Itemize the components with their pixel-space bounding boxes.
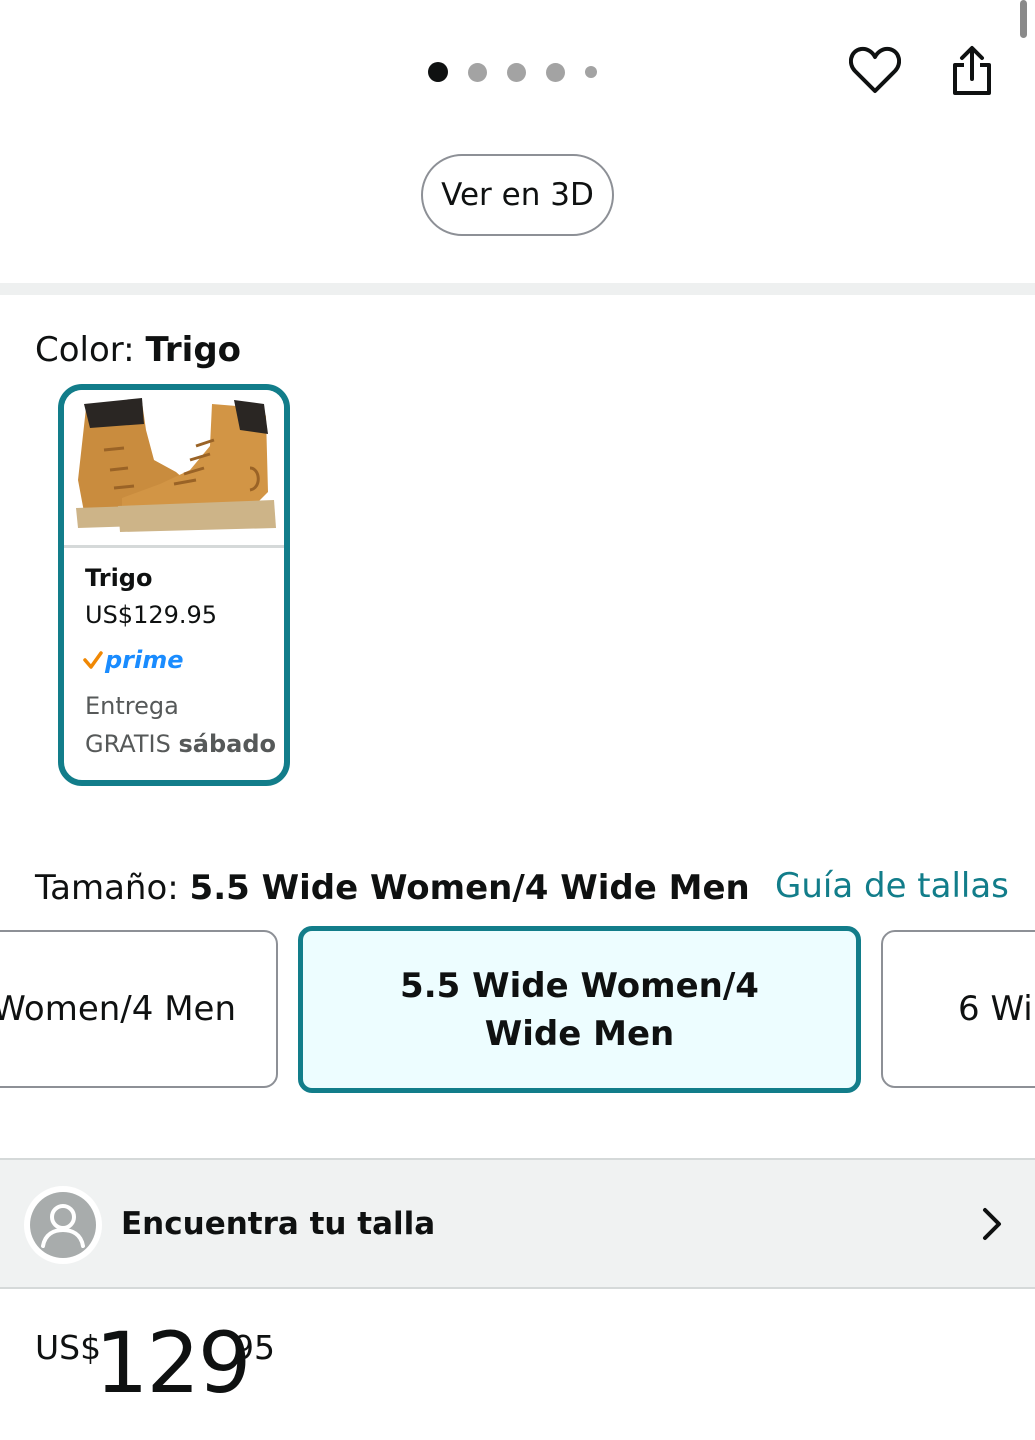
delivery-free-text: GRATIS bbox=[85, 730, 179, 758]
share-button[interactable] bbox=[942, 40, 1002, 102]
size-option[interactable]: Women/4 Men bbox=[0, 930, 278, 1088]
swatch-price: US$129.95 bbox=[85, 601, 218, 629]
size-label: Tamaño: 5.5 Wide Women/4 Wide Men bbox=[35, 868, 750, 908]
size-option-label: 6 Wi bbox=[958, 989, 1033, 1029]
avatar bbox=[24, 1186, 102, 1264]
carousel-dot[interactable] bbox=[585, 66, 597, 78]
color-selected-value: Trigo bbox=[145, 330, 242, 370]
size-guide-link[interactable]: Guía de tallas bbox=[775, 866, 1009, 906]
size-selected-value: 5.5 Wide Women/4 Wide Men bbox=[189, 868, 750, 908]
color-swatch-card[interactable]: Trigo US$129.95 prime Entrega GRATIS sáb… bbox=[58, 384, 290, 786]
carousel-dot[interactable] bbox=[507, 62, 526, 82]
size-label-prefix: Tamaño: bbox=[35, 868, 190, 908]
swatch-name: Trigo bbox=[85, 564, 153, 592]
color-label-prefix: Color: bbox=[35, 330, 146, 370]
delivery-day: sábado bbox=[178, 730, 276, 758]
price-fraction: 95 bbox=[233, 1328, 275, 1367]
size-option-label: Women/4 Men bbox=[0, 989, 236, 1029]
carousel-dot[interactable] bbox=[546, 62, 565, 82]
section-divider bbox=[0, 283, 1035, 295]
share-icon bbox=[953, 46, 991, 95]
scrollbar-thumb[interactable] bbox=[1020, 0, 1027, 38]
image-carousel-dots bbox=[428, 60, 597, 84]
prime-label: prime bbox=[105, 646, 184, 674]
price-whole: 129 bbox=[95, 1314, 251, 1412]
chevron-right-icon bbox=[983, 1208, 1001, 1240]
find-your-size-label: Encuentra tu talla bbox=[121, 1206, 436, 1242]
swatch-divider bbox=[64, 545, 284, 548]
size-option-label: 5.5 Wide Women/4 Wide Men bbox=[400, 965, 759, 1054]
delivery-line-1: Entrega bbox=[85, 692, 179, 720]
color-label: Color: Trigo bbox=[35, 330, 241, 370]
user-icon bbox=[30, 1192, 96, 1258]
find-your-size-row[interactable]: Encuentra tu talla bbox=[0, 1158, 1035, 1289]
price-currency: US$ bbox=[35, 1328, 102, 1367]
carousel-dot[interactable] bbox=[468, 62, 487, 82]
delivery-line-2: GRATIS sábado bbox=[85, 730, 276, 758]
size-option[interactable]: 6 Wi bbox=[881, 930, 1035, 1088]
prime-badge: prime bbox=[83, 645, 184, 675]
boots-image bbox=[76, 398, 276, 532]
favorite-button[interactable] bbox=[845, 40, 905, 100]
heart-icon bbox=[849, 46, 901, 93]
carousel-dot-active[interactable] bbox=[428, 62, 448, 82]
size-option-selected[interactable]: 5.5 Wide Women/4 Wide Men bbox=[298, 926, 861, 1093]
check-icon bbox=[83, 651, 103, 669]
product-thumbnail bbox=[64, 390, 284, 545]
product-detail-page: Ver en 3D Color: Trigo Trigo US$129.95 p… bbox=[0, 0, 1035, 1440]
view-in-3d-button[interactable]: Ver en 3D bbox=[421, 154, 614, 236]
